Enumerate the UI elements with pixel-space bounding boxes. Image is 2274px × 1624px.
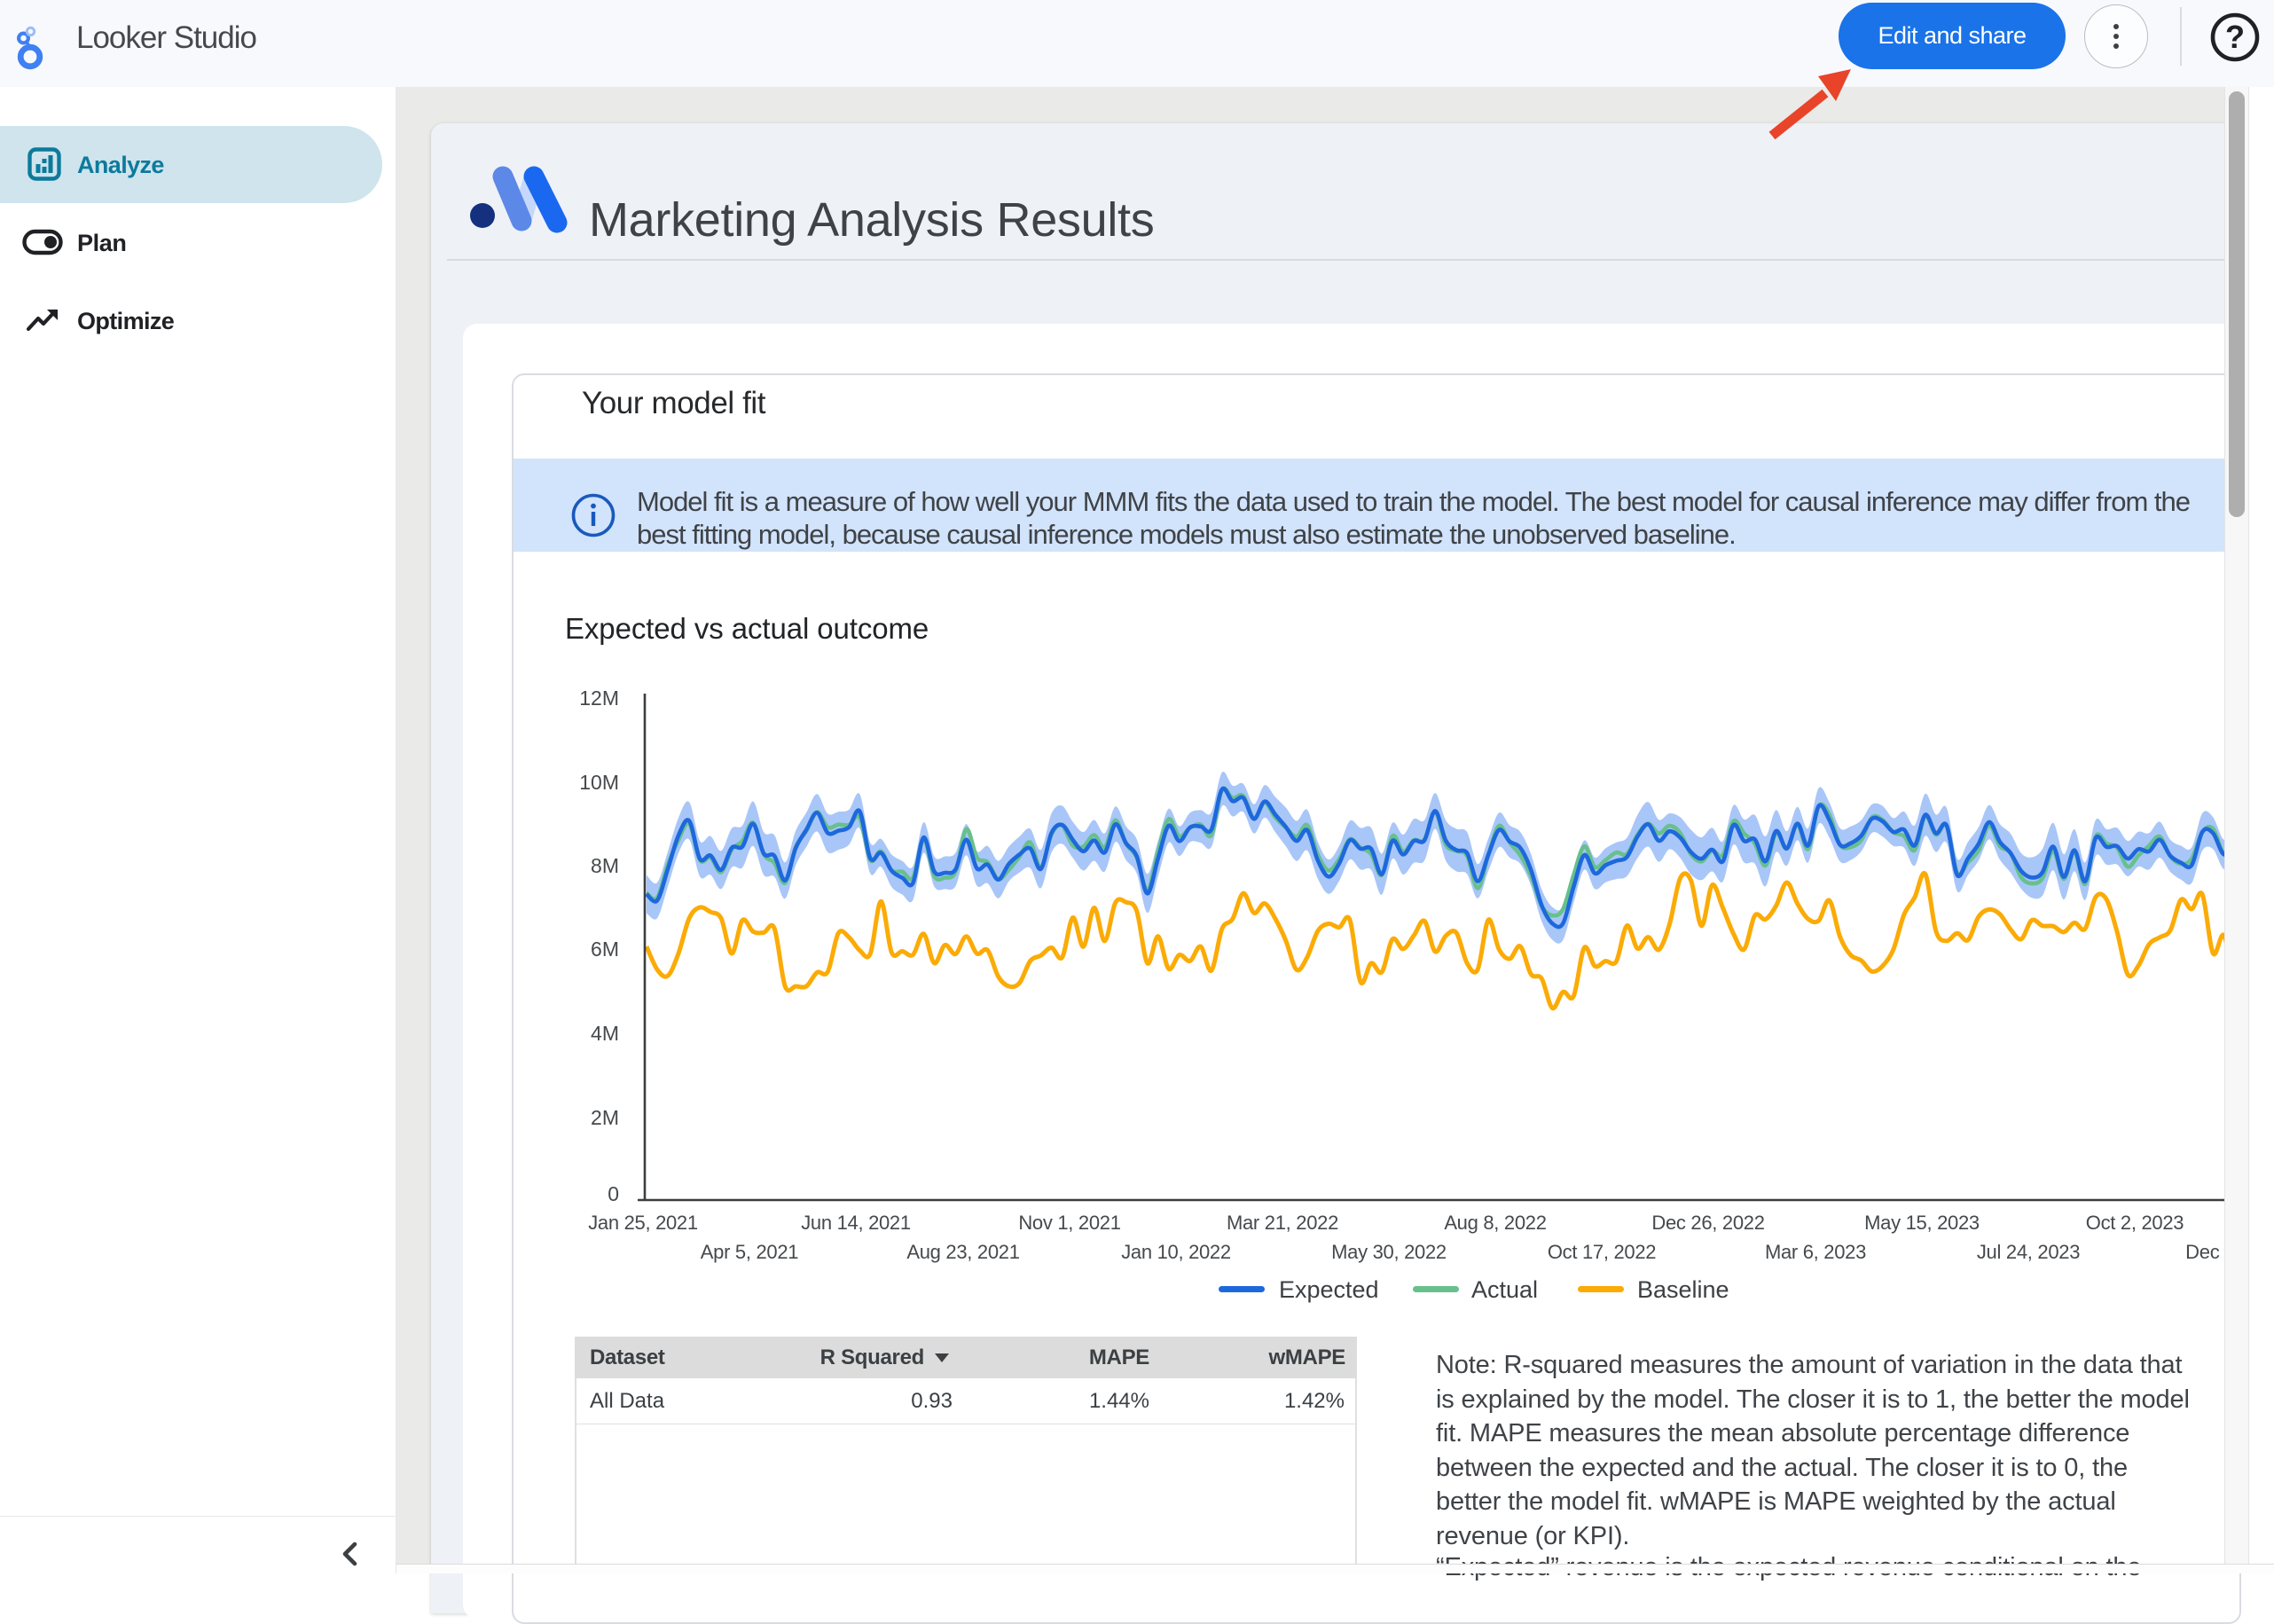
svg-text:Aug 8, 2022: Aug 8, 2022 (1444, 1212, 1546, 1234)
svg-text:10M: 10M (579, 771, 619, 794)
svg-text:?: ? (2225, 19, 2245, 55)
svg-text:Baseline: Baseline (1637, 1276, 1729, 1303)
svg-text:Oct 2, 2023: Oct 2, 2023 (2086, 1212, 2184, 1234)
svg-text:Mar 6, 2023: Mar 6, 2023 (1765, 1241, 1866, 1263)
svg-text:Nov 1, 2021: Nov 1, 2021 (1018, 1212, 1120, 1234)
svg-text:Apr 5, 2021: Apr 5, 2021 (701, 1241, 799, 1263)
svg-text:Jun 14, 2021: Jun 14, 2021 (801, 1212, 911, 1234)
svg-text:Jan 10, 2022: Jan 10, 2022 (1121, 1241, 1231, 1263)
svg-text:0: 0 (608, 1182, 619, 1205)
svg-text:Jul 24, 2023: Jul 24, 2023 (1977, 1241, 2080, 1263)
svg-text:Dec 26, 2022: Dec 26, 2022 (1651, 1212, 1764, 1234)
svg-text:May 15, 2023: May 15, 2023 (1864, 1212, 1980, 1234)
svg-text:8M: 8M (591, 854, 619, 877)
svg-text:6M: 6M (591, 938, 619, 961)
svg-text:2M: 2M (591, 1106, 619, 1129)
svg-text:Oct 17, 2022: Oct 17, 2022 (1548, 1241, 1656, 1263)
svg-text:Expected: Expected (1279, 1276, 1379, 1303)
svg-text:12M: 12M (579, 686, 619, 710)
svg-text:Aug 23, 2021: Aug 23, 2021 (906, 1241, 1019, 1263)
svg-text:Actual: Actual (1471, 1276, 1538, 1303)
svg-text:Jan 25, 2021: Jan 25, 2021 (588, 1212, 698, 1234)
svg-text:Mar 21, 2022: Mar 21, 2022 (1227, 1212, 1338, 1234)
svg-text:4M: 4M (591, 1022, 619, 1045)
svg-text:May 30, 2022: May 30, 2022 (1331, 1241, 1447, 1263)
